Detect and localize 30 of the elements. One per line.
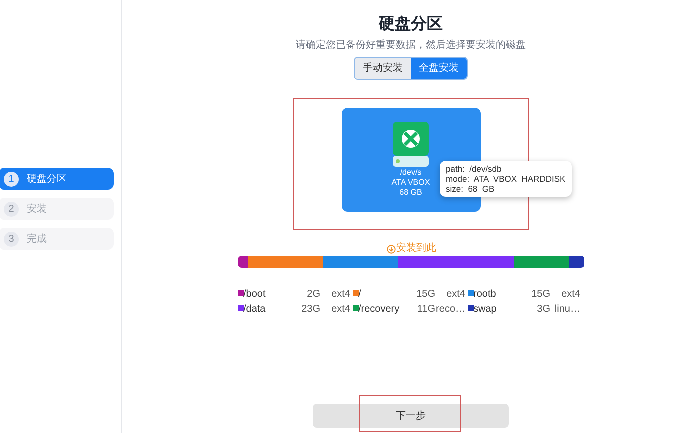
disk-info: /dev/s xyxy=(400,168,422,178)
partition-name: rootb xyxy=(474,288,498,301)
step-label: 安装 xyxy=(27,202,47,216)
disk-info: 68 GB xyxy=(400,188,422,198)
step-number: 3 xyxy=(4,232,19,246)
partition-size: 11G xyxy=(416,303,436,316)
partition-fs: ext4 xyxy=(330,288,350,301)
partition-name: /boot xyxy=(244,288,267,301)
partition-size: 15G xyxy=(416,288,436,301)
partition-name: / xyxy=(358,288,362,301)
step-label: 完成 xyxy=(27,232,47,246)
partition-name: /data xyxy=(244,303,267,316)
partition-size: 15G xyxy=(530,288,550,301)
partition-fs: ext4 xyxy=(446,288,466,301)
disk-info: ATA VBOX xyxy=(392,178,430,188)
partition-fs: ext4 xyxy=(560,288,580,301)
page-subtitle: 请确定您已备份好重要数据，然后选择要安装的磁盘 xyxy=(296,39,526,53)
partition-fs: reco… xyxy=(436,303,466,316)
step-label: 硬盘分区 xyxy=(27,172,67,186)
partition-name: /recovery xyxy=(358,303,401,316)
page-title: 硬盘分区 xyxy=(379,15,443,35)
step-number: 2 xyxy=(4,202,19,216)
install-marker: 安装到此 xyxy=(396,243,436,255)
partition-fs: ext4 xyxy=(330,303,350,316)
partition-name: swap xyxy=(474,303,498,316)
partition-size: 2G xyxy=(306,288,320,301)
partition-fs: linu… xyxy=(554,303,580,316)
step-number: 1 xyxy=(4,172,19,186)
partition-size: 23G xyxy=(300,303,320,316)
partition-size: 3G xyxy=(536,303,550,316)
